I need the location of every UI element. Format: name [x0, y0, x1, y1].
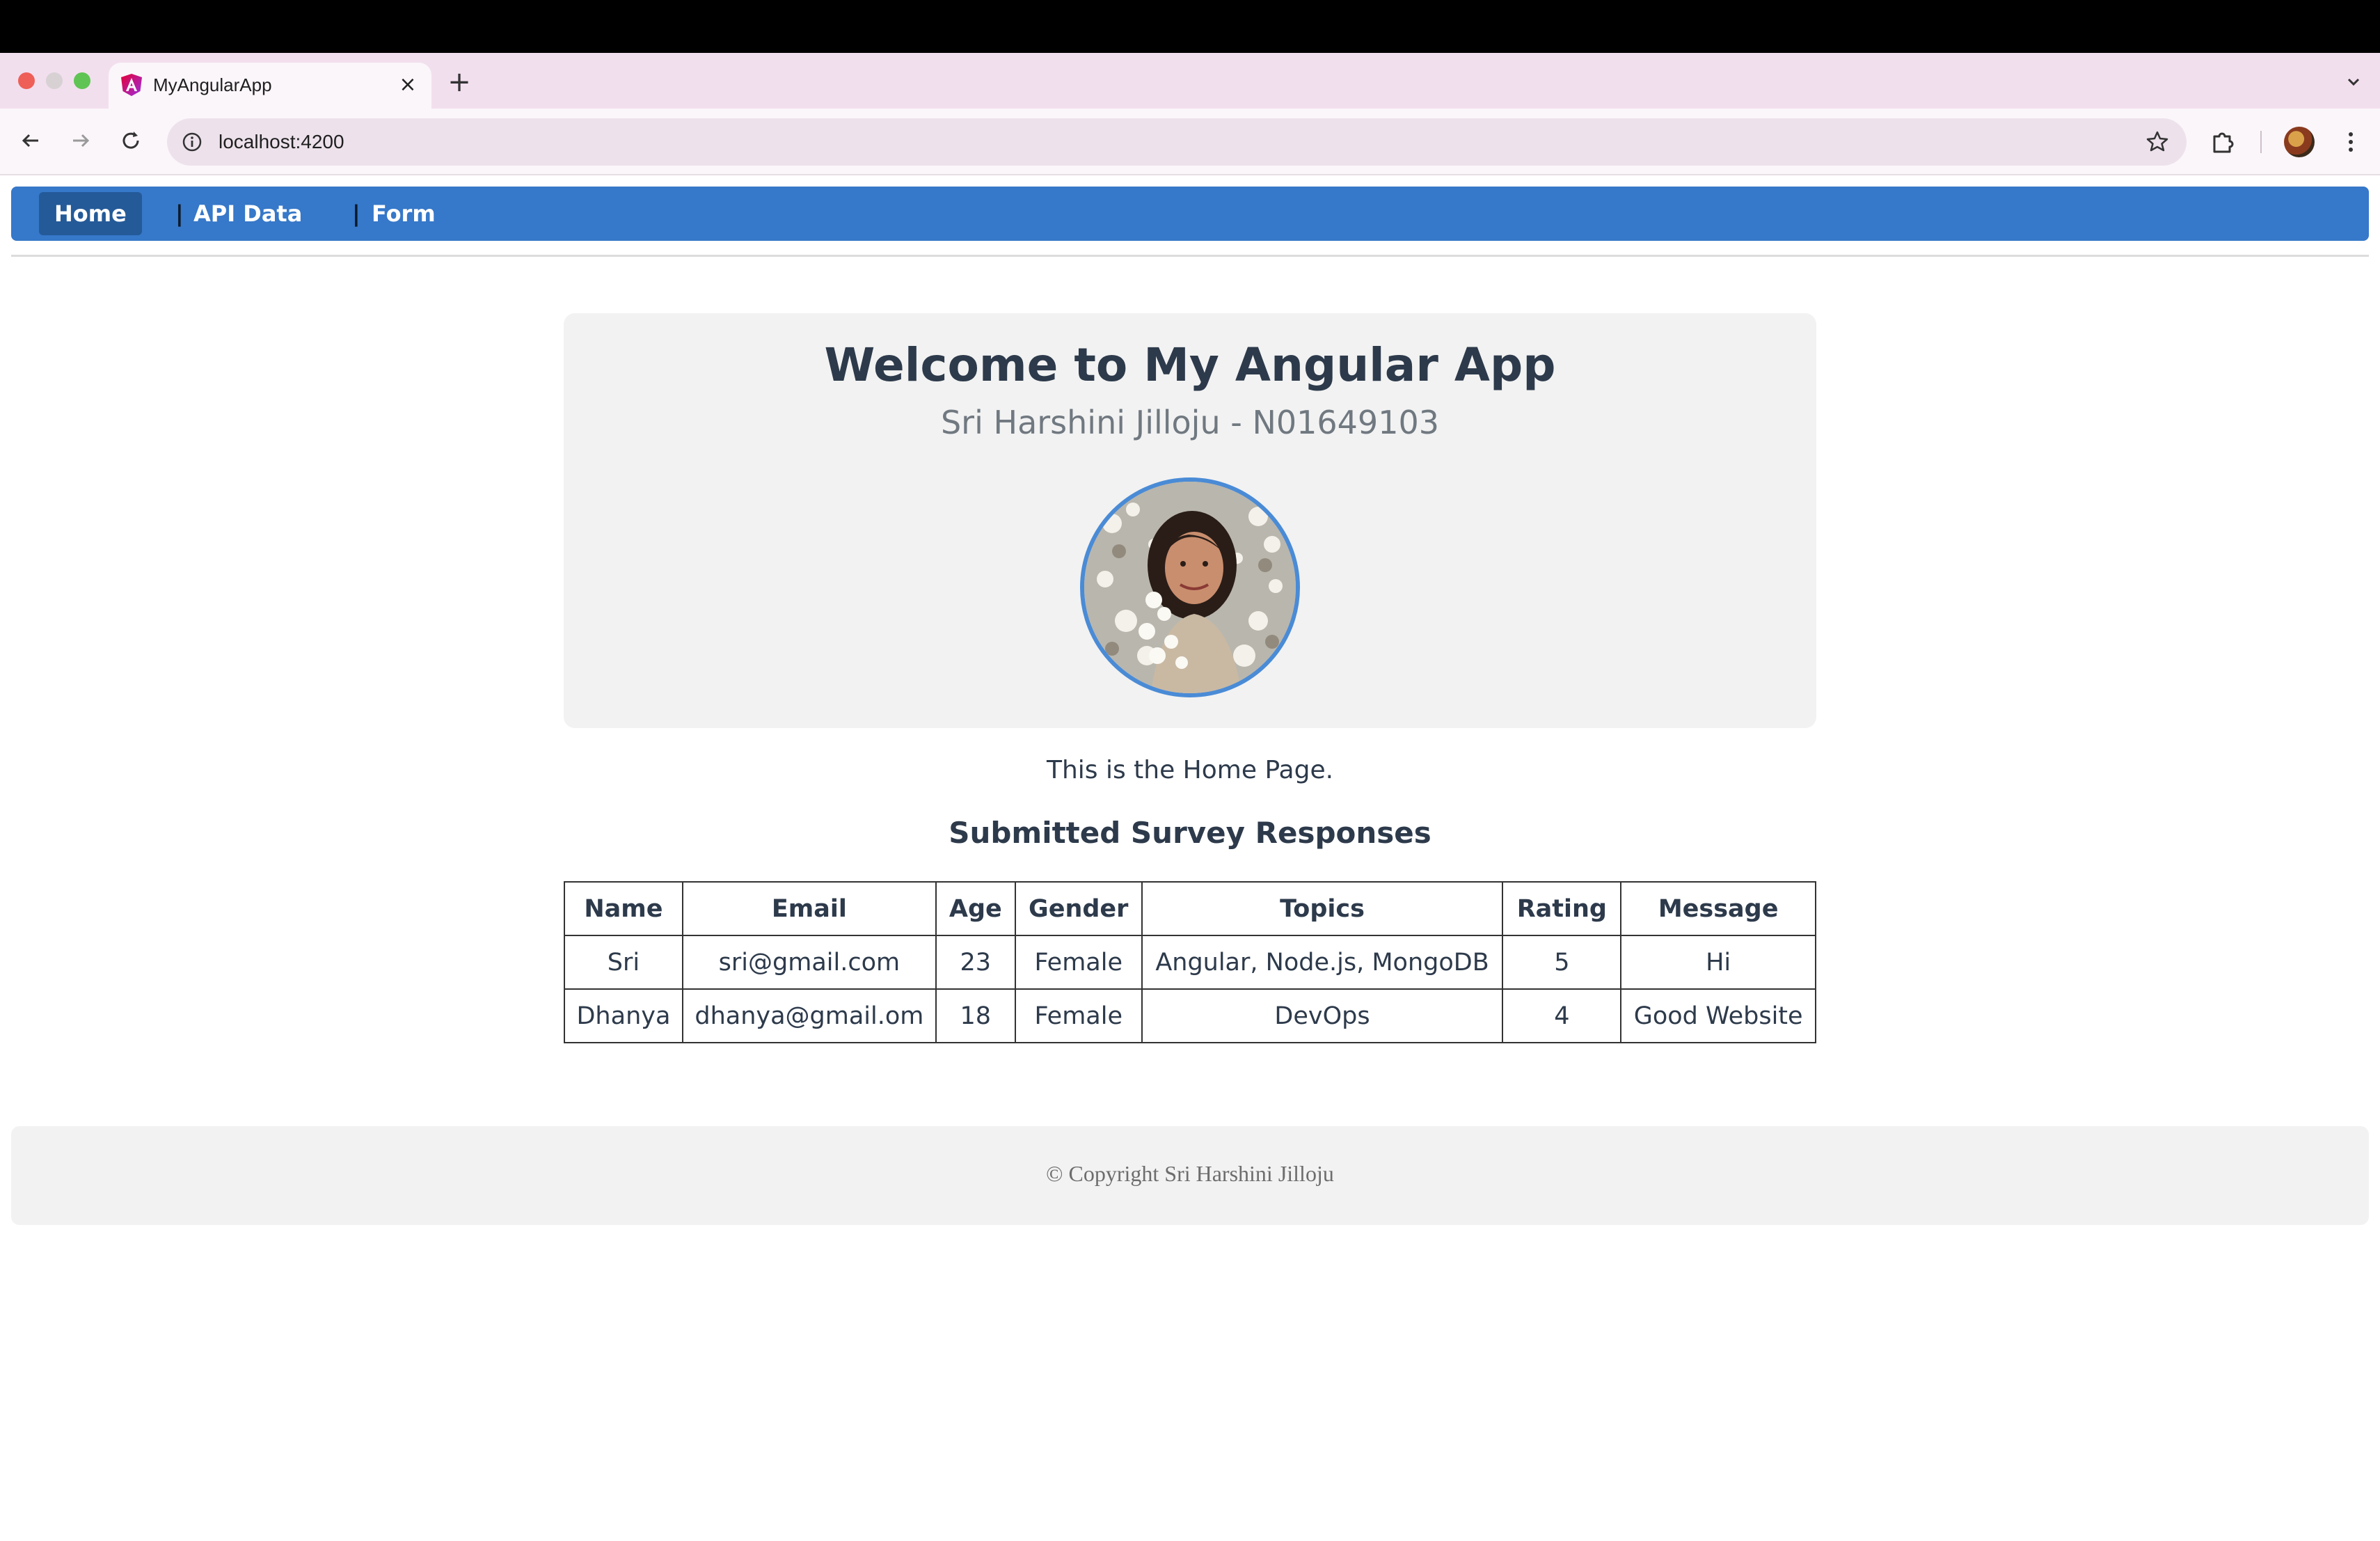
url-text[interactable]: localhost:4200 — [219, 128, 344, 156]
table-cell: 5 — [1502, 935, 1622, 990]
close-icon[interactable]: × — [394, 71, 422, 99]
browser-toolbar: localhost:4200 — [0, 109, 2380, 175]
home-page-text: This is the Home Page. — [1046, 756, 1334, 784]
table-row: Dhanya dhanya@gmail.om 18 Female DevOps … — [564, 988, 1816, 1043]
reload-button[interactable] — [111, 123, 150, 161]
table-cell: Female — [1014, 988, 1143, 1043]
column-header: Message — [1620, 881, 1816, 936]
address-bar[interactable]: localhost:4200 — [167, 118, 2187, 166]
profile-avatar[interactable] — [2284, 127, 2315, 157]
table-cell: Sri — [564, 935, 683, 990]
table-cell: sri@gmail.com — [681, 935, 937, 990]
nav-link-form[interactable]: Form — [356, 192, 451, 235]
table-cell: 18 — [935, 988, 1016, 1043]
column-header: Gender — [1014, 881, 1143, 936]
toolbar-divider — [2260, 131, 2262, 153]
hero-card: Welcome to My Angular App Sri Harshini J… — [564, 313, 1816, 728]
table-cell: Female — [1014, 935, 1143, 990]
profile-photo — [1080, 477, 1300, 697]
info-icon[interactable] — [180, 129, 205, 155]
page-title: Welcome to My Angular App — [824, 338, 1556, 392]
arrow-left-icon — [19, 129, 42, 155]
window-minimize-button[interactable] — [46, 72, 63, 89]
puzzle-icon[interactable] — [2206, 125, 2239, 159]
table-cell: 4 — [1502, 988, 1622, 1043]
nav-link-api-data[interactable]: API Data — [178, 192, 317, 235]
chevron-down-icon[interactable] — [2340, 68, 2367, 96]
table-cell: 23 — [935, 935, 1016, 990]
copyright-text: © Copyright Sri Harshini Jilloju — [1046, 1161, 1334, 1186]
table-cell: Dhanya — [564, 988, 683, 1043]
page-footer: © Copyright Sri Harshini Jilloju — [11, 1126, 2369, 1225]
arrow-right-icon — [69, 129, 93, 155]
table-cell: DevOps — [1141, 988, 1504, 1043]
nav-link-home[interactable]: Home — [39, 192, 142, 235]
forward-button[interactable] — [61, 123, 100, 161]
table-cell: Good Website — [1620, 988, 1816, 1043]
browser-tab-active[interactable]: MyAngularApp × — [109, 63, 431, 109]
app-navbar: Home | API Data | Form — [11, 187, 2369, 241]
kebab-icon[interactable] — [2334, 125, 2367, 159]
plus-icon[interactable]: + — [443, 65, 476, 99]
column-header: Rating — [1502, 881, 1622, 936]
table-row: Sri sri@gmail.com 23 Female Angular, Nod… — [564, 935, 1816, 990]
table-cell: dhanya@gmail.om — [681, 988, 937, 1043]
table-cell: Hi — [1620, 935, 1816, 990]
os-menubar — [0, 0, 2380, 53]
survey-section-title: Submitted Survey Responses — [949, 816, 1431, 850]
survey-table: Name Email Age Gender Topics Rating Mess… — [564, 881, 1816, 1043]
column-header: Name — [564, 881, 683, 936]
table-cell: Angular, Node.js, MongoDB — [1141, 935, 1504, 990]
angular-logo-icon — [120, 73, 143, 97]
column-header: Email — [681, 881, 937, 936]
column-header: Age — [935, 881, 1016, 936]
table-header-row: Name Email Age Gender Topics Rating Mess… — [564, 881, 1816, 936]
reload-icon — [119, 129, 143, 155]
page-subtitle: Sri Harshini Jilloju - N01649103 — [940, 404, 1440, 441]
column-header: Topics — [1141, 881, 1504, 936]
window-close-button[interactable] — [18, 72, 35, 89]
window-zoom-button[interactable] — [74, 72, 90, 89]
back-button[interactable] — [11, 123, 50, 161]
tab-title: MyAngularApp — [153, 74, 272, 95]
horizontal-rule — [11, 255, 2369, 257]
star-icon[interactable] — [2143, 128, 2171, 156]
